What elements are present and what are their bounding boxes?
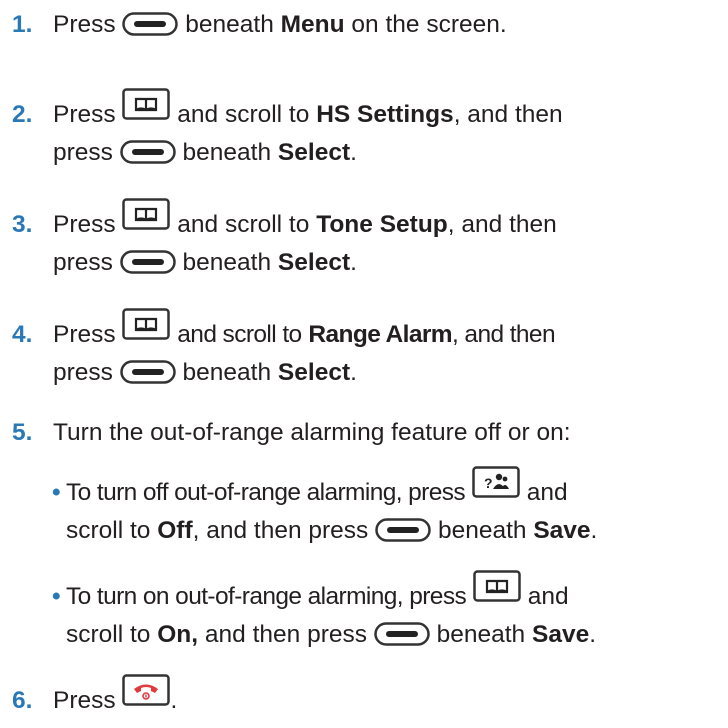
period: .	[589, 621, 597, 648]
step-text: beneath	[182, 359, 272, 386]
hs-settings-label: HS Settings	[316, 101, 454, 128]
bullet-text: To turn off out-of-range alarming, press	[66, 479, 466, 506]
step-text: Turn the out-of-range alarming feature o…	[53, 419, 571, 446]
bullet-text: beneath	[437, 517, 527, 544]
bullet-text: and	[526, 479, 568, 506]
step-text: , and then	[452, 321, 556, 348]
step-text: and scroll to	[177, 101, 310, 128]
bullet-turn-off: • To turn off out-of-range alarming, pres…	[52, 466, 597, 550]
bullet-text: scroll to	[66, 517, 151, 544]
select-label: Select	[277, 139, 351, 166]
bullet-text: To turn on out-of-range alarming, press	[66, 583, 467, 610]
step-number: 2.	[12, 101, 33, 128]
intercom-key-icon: ?	[472, 466, 520, 498]
phonebook-key-icon	[122, 88, 171, 120]
range-alarm-label: Range Alarm	[308, 321, 452, 348]
soft-key-icon	[119, 360, 176, 384]
select-label: Select	[277, 359, 351, 386]
step-text: , and then	[447, 211, 557, 238]
step-number: 6.	[12, 687, 33, 714]
svg-text:?: ?	[484, 475, 493, 491]
period: .	[590, 517, 598, 544]
step-5: 5. Turn the out-of-range alarming feature…	[12, 414, 720, 452]
select-label: Select	[277, 249, 351, 276]
step-3: 3. Press and scroll to Tone Setup, and th…	[12, 198, 720, 282]
soft-key-icon	[374, 622, 430, 646]
bullet-text: and then press	[204, 621, 367, 648]
step-1: 1. Press beneath Menu on the screen.	[12, 6, 720, 44]
bullet-text: scroll to	[66, 621, 151, 648]
step-text: Press	[53, 687, 116, 714]
end-call-key-icon	[122, 674, 171, 706]
soft-key-icon	[119, 140, 176, 164]
step-number: 4.	[12, 321, 33, 348]
step-text: Press	[53, 101, 116, 128]
save-label: Save	[531, 621, 590, 648]
step-text: beneath	[182, 249, 272, 276]
period: .	[350, 359, 357, 386]
step-text: press	[53, 139, 113, 166]
soft-key-icon	[119, 250, 176, 274]
tone-setup-label: Tone Setup	[316, 211, 448, 238]
step-2: 2. Press and scroll to HS Settings, and t…	[12, 88, 720, 172]
phonebook-key-icon	[122, 308, 171, 340]
bullet-dot: •	[52, 479, 61, 506]
menu-label: Menu	[280, 11, 345, 38]
bullet-turn-on: • To turn on out-of-range alarming, press…	[52, 570, 596, 654]
bullet-text: and	[527, 583, 569, 610]
phonebook-key-icon	[473, 570, 521, 602]
step-text: press	[53, 359, 113, 386]
bullet-text: beneath	[436, 621, 526, 648]
step-4: 4. Press and scroll to Range Alarm, and t…	[12, 308, 720, 392]
step-text: and scroll to	[177, 321, 302, 348]
step-number: 1.	[12, 11, 33, 38]
step-text: on the screen.	[351, 11, 507, 38]
save-label: Save	[533, 517, 591, 544]
phonebook-key-icon	[122, 198, 171, 230]
step-text: beneath	[185, 11, 274, 38]
soft-key-icon	[375, 518, 431, 542]
step-number: 5.	[12, 419, 33, 446]
period: .	[170, 687, 178, 714]
on-label: On,	[157, 621, 199, 648]
step-text: press	[53, 249, 113, 276]
step-text: , and then	[453, 101, 563, 128]
period: .	[350, 139, 357, 166]
step-text: Press	[53, 11, 116, 38]
period: .	[350, 249, 357, 276]
step-number: 3.	[12, 211, 33, 238]
step-text: and scroll to	[177, 211, 310, 238]
off-label: Off	[157, 517, 193, 544]
bullet-dot: •	[52, 583, 61, 610]
step-text: Press	[53, 211, 116, 238]
instruction-document: 1. Press beneath Menu on the screen. 2. Pr…	[0, 0, 728, 728]
step-6: 6. Press .	[12, 674, 720, 720]
step-text: Press	[53, 321, 116, 348]
bullet-text: , and then press	[192, 517, 369, 544]
step-text: beneath	[182, 139, 272, 166]
soft-key-icon	[122, 12, 179, 36]
